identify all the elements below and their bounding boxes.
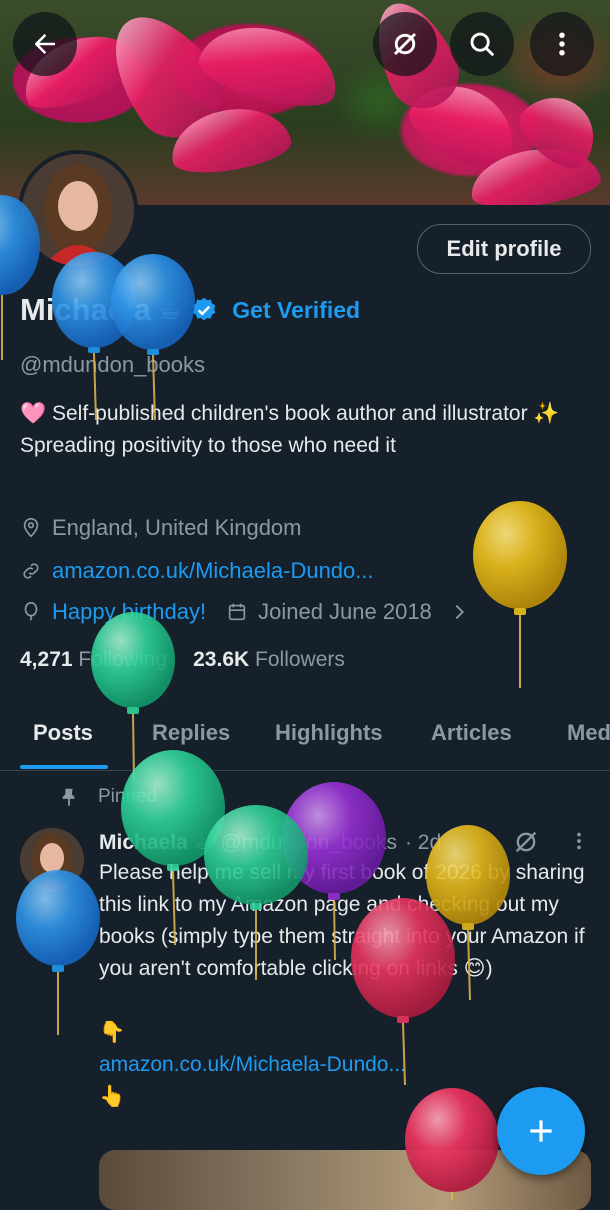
followers-label: Followers — [255, 648, 345, 671]
birthday-link[interactable]: Happy birthday! — [52, 599, 206, 625]
post-body: Please help me sell my first book of 202… — [99, 857, 594, 1113]
get-verified-link[interactable]: Get Verified — [232, 297, 360, 324]
link-icon — [23, 563, 39, 579]
profile-avatar[interactable] — [18, 150, 138, 270]
following-link[interactable]: 4,271 Following — [20, 648, 167, 672]
profile-website: amazon.co.uk/Michaela-Dundo... — [20, 558, 374, 584]
pointer-down-emoji: 👇 — [99, 1021, 126, 1044]
post-header: Michaela ☕ @mdundon_books · 2d — [99, 830, 441, 855]
tab-media[interactable]: Med — [567, 720, 610, 746]
calendar-icon — [228, 603, 246, 621]
active-tab-indicator — [20, 765, 108, 769]
location-icon — [23, 518, 39, 538]
followers-count: 23.6K — [193, 648, 250, 671]
search-button[interactable] — [450, 12, 514, 76]
back-arrow-icon — [35, 34, 55, 54]
plus-icon — [530, 1120, 552, 1142]
profile-name-row: Michaela ☕ Get Verified — [20, 292, 360, 328]
birthday-balloon-icon — [24, 602, 38, 621]
profile-name: Michaela — [20, 292, 151, 327]
joined-date: Joined June 2018 — [258, 599, 432, 624]
post-handle[interactable]: @mdundon_books — [220, 831, 397, 855]
name-emoji: ☕ — [158, 294, 183, 325]
website-link[interactable]: amazon.co.uk/Michaela-Dundo... — [52, 558, 374, 584]
edit-profile-button[interactable]: Edit profile — [417, 224, 591, 274]
post-author[interactable]: Michaela ☕ — [99, 830, 212, 855]
profile-tabs: Posts Replies Highlights Articles Med — [0, 712, 610, 771]
verified-badge-icon — [192, 297, 216, 321]
grok-icon — [393, 32, 417, 56]
pinned-indicator: Pinned — [58, 786, 157, 808]
balloon-yellow-1 — [473, 501, 567, 688]
tab-posts[interactable]: Posts — [33, 720, 93, 746]
tab-articles[interactable]: Articles — [431, 720, 512, 746]
grok-button[interactable] — [373, 12, 437, 76]
search-icon — [470, 32, 495, 57]
post-time: · 2d — [404, 830, 442, 854]
follow-stats: 4,271 Following 23.6K Followers — [20, 648, 345, 672]
compose-button[interactable] — [497, 1087, 585, 1175]
pin-icon — [62, 788, 75, 807]
tab-replies[interactable]: Replies — [152, 720, 230, 746]
balloon-blue-3 — [111, 254, 195, 421]
more-options-button[interactable] — [530, 12, 594, 76]
following-label: Following — [78, 648, 168, 671]
followers-link[interactable]: 23.6K Followers — [193, 648, 345, 672]
balloon-blue-4 — [16, 870, 100, 1035]
chevron-right-icon[interactable] — [448, 601, 470, 623]
post-text: Please help me sell my first book of 202… — [99, 861, 585, 980]
profile-birthday-joined: Happy birthday! Joined June 2018 — [20, 599, 470, 625]
profile-handle: @mdundon_books — [20, 352, 206, 377]
post-link[interactable]: amazon.co.uk/Michaela-Dundo... — [99, 1049, 594, 1081]
post-avatar[interactable] — [20, 828, 84, 892]
following-count: 4,271 — [20, 648, 73, 671]
more-vertical-icon — [577, 832, 581, 850]
balloon-blue-2 — [52, 252, 136, 421]
profile-location: England, United Kingdom — [20, 515, 302, 541]
more-vertical-icon — [559, 32, 565, 56]
tab-highlights[interactable]: Highlights — [275, 720, 383, 746]
back-button[interactable] — [13, 12, 77, 76]
grok-icon[interactable] — [512, 828, 540, 856]
location-text: England, United Kingdom — [52, 515, 302, 540]
pinned-label: Pinned — [98, 786, 158, 807]
profile-bio: 🩷 Self-published children's book author … — [20, 402, 560, 457]
